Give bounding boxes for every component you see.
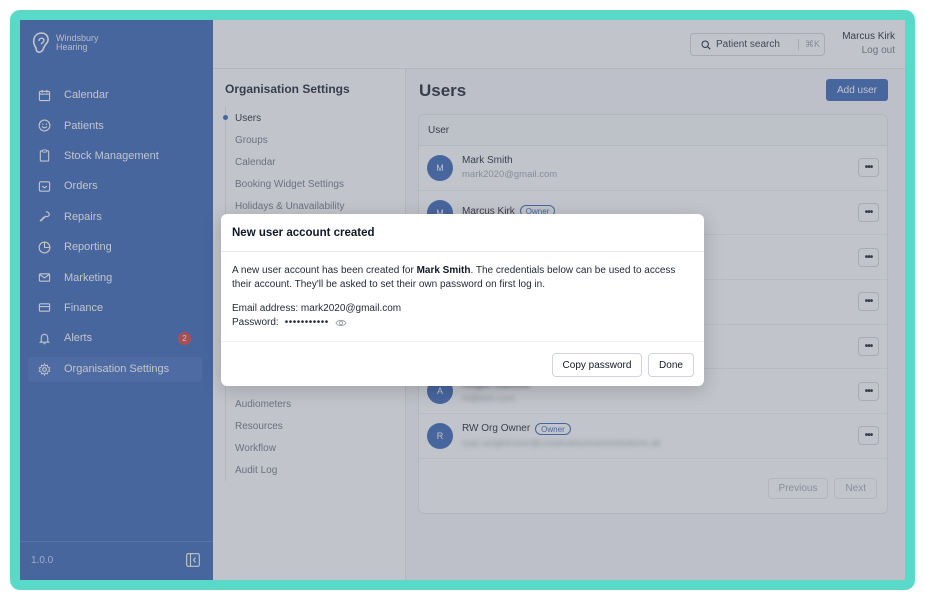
password-mask: ••••••••••• bbox=[284, 317, 329, 328]
dialog-body: A new user account has been created for … bbox=[221, 252, 704, 330]
done-button[interactable]: Done bbox=[648, 353, 694, 377]
new-user-name: Mark Smith bbox=[416, 265, 471, 276]
credentials: Email address: mark2020@gmail.com Passwo… bbox=[232, 302, 693, 330]
copy-password-button[interactable]: Copy password bbox=[552, 353, 642, 377]
email-label: Email address: bbox=[232, 303, 299, 314]
eye-icon[interactable] bbox=[335, 318, 347, 328]
dialog-footer: Copy password Done bbox=[221, 341, 704, 386]
app-window: Windsbury Hearing Calendar Patients Stoc… bbox=[20, 20, 905, 580]
dialog-title: New user account created bbox=[221, 214, 704, 252]
email-value: mark2020@gmail.com bbox=[300, 303, 402, 314]
dialog-message: A new user account has been created for … bbox=[232, 265, 676, 290]
password-label: Password: bbox=[232, 317, 279, 328]
account-created-dialog: New user account created A new user acco… bbox=[221, 214, 704, 386]
